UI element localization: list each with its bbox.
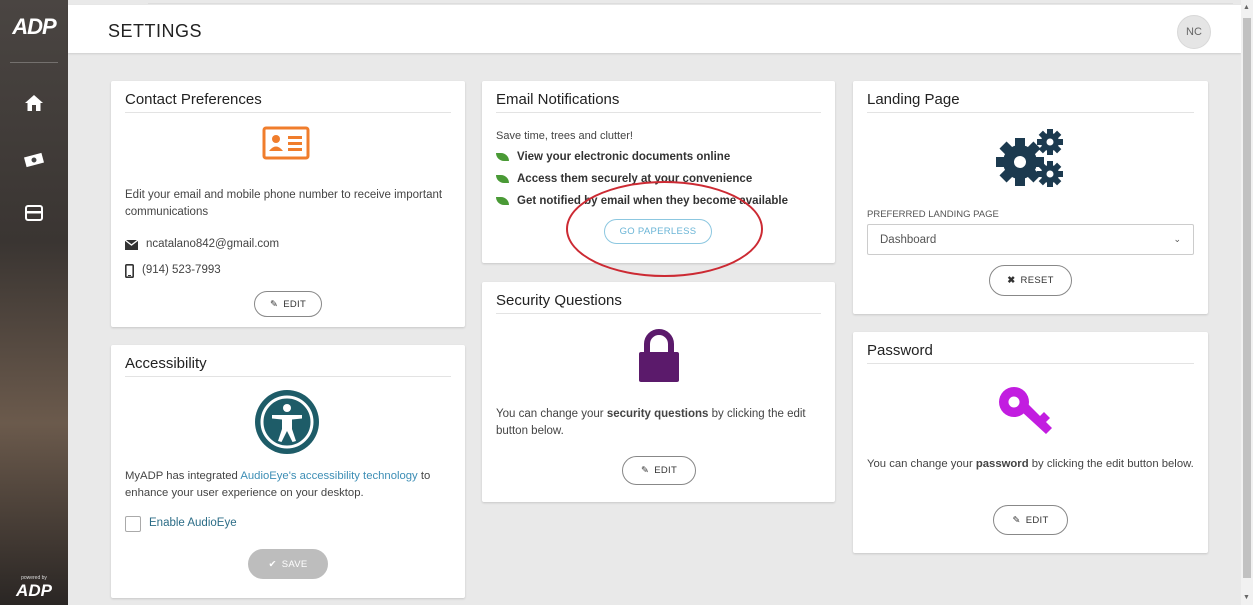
lock-icon xyxy=(637,328,681,389)
security-questions-card: Security Questions You can change your s… xyxy=(482,282,835,502)
audioeye-link[interactable]: AudioEye's accessibility technology xyxy=(240,470,417,482)
text: You can change your xyxy=(496,408,607,420)
pencil-icon: ✎ xyxy=(269,298,279,310)
card-icon[interactable] xyxy=(0,205,68,221)
card-title: Security Questions xyxy=(496,292,622,309)
security-edit-button[interactable]: ✎ EDIT xyxy=(622,456,696,485)
go-paperless-button[interactable]: GO PAPERLESS xyxy=(604,219,712,244)
mobile-phone-icon xyxy=(125,263,134,278)
phone-value: (914) 523-7993 xyxy=(142,264,221,276)
card-title: Password xyxy=(867,342,933,359)
scrollbar[interactable]: ▲ ▼ xyxy=(1241,0,1253,605)
divider xyxy=(496,313,821,314)
divider xyxy=(496,112,821,113)
password-description: You can change your password by clicking… xyxy=(867,456,1202,473)
pencil-icon: ✎ xyxy=(640,465,650,476)
contact-preferences-card: Contact Preferences Edit your email and … xyxy=(111,81,465,327)
edit-label: EDIT xyxy=(1025,514,1049,526)
reset-label: RESET xyxy=(1020,275,1054,286)
card-title: Contact Preferences xyxy=(125,91,262,108)
list-item: Access them securely at your convenience xyxy=(496,168,788,190)
adp-logo[interactable]: ADP xyxy=(0,14,68,40)
edit-label: EDIT xyxy=(283,298,307,310)
leaf-icon xyxy=(496,175,509,183)
email-row: ncatalano842@gmail.com xyxy=(125,236,279,253)
page-header: SETTINGS NC xyxy=(68,5,1241,53)
bullet-text: View your electronic documents online xyxy=(517,151,731,163)
list-item: Get notified by email when they become a… xyxy=(496,190,788,212)
edit-label: EDIT xyxy=(654,465,678,476)
text: security questions xyxy=(606,408,709,420)
contact-card-icon xyxy=(262,126,310,165)
scroll-down-icon[interactable]: ▼ xyxy=(1243,594,1250,601)
accessibility-icon xyxy=(254,389,320,460)
divider xyxy=(867,112,1194,113)
reset-button[interactable]: ✖ RESET xyxy=(989,265,1072,296)
page-title: SETTINGS xyxy=(108,21,203,41)
divider xyxy=(125,112,451,113)
pencil-icon: ✎ xyxy=(1012,514,1021,526)
benefits-list: View your electronic documents online Ac… xyxy=(496,146,788,212)
bullet-text: Get notified by email when they become a… xyxy=(517,195,788,207)
selected-value: Dashboard xyxy=(880,233,937,246)
gears-icon xyxy=(996,124,1068,197)
close-icon: ✖ xyxy=(1007,275,1016,286)
chevron-down-icon: ⌄ xyxy=(1173,234,1181,244)
top-strip xyxy=(148,0,1233,4)
card-title: Landing Page xyxy=(867,91,960,108)
leaf-icon xyxy=(496,153,509,161)
adp-footer-logo: ADP xyxy=(16,581,52,600)
sidebar-nav: ADP powered by ADP xyxy=(0,0,68,605)
key-icon xyxy=(996,384,1058,445)
leaf-icon xyxy=(496,197,509,205)
contact-edit-button[interactable]: ✎ EDIT xyxy=(254,291,322,317)
scroll-up-icon[interactable]: ▲ xyxy=(1243,4,1250,11)
sidebar-divider xyxy=(10,62,58,63)
accessibility-card: Accessibility MyADP has integrated Audio… xyxy=(111,345,465,598)
landing-page-card: Landing Page PREFERRED LANDING PAGE Dash… xyxy=(853,81,1208,314)
bullet-text: Access them securely at your convenience xyxy=(517,173,753,185)
envelope-icon xyxy=(125,239,138,250)
divider xyxy=(125,376,451,377)
landing-page-select[interactable]: Dashboard ⌄ xyxy=(867,224,1194,255)
save-button[interactable]: ✔ SAVE xyxy=(248,549,328,579)
list-item: View your electronic documents online xyxy=(496,146,788,168)
audioeye-checkbox[interactable] xyxy=(125,515,141,532)
checkbox-label[interactable]: Enable AudioEye xyxy=(149,515,237,532)
email-value: ncatalano842@gmail.com xyxy=(146,238,280,250)
contact-description: Edit your email and mobile phone number … xyxy=(125,189,443,218)
checkmark-icon: ✔ xyxy=(268,558,277,570)
accessibility-description: MyADP has integrated AudioEye's accessib… xyxy=(125,468,465,502)
scrollbar-thumb[interactable] xyxy=(1243,18,1251,578)
save-label: SAVE xyxy=(281,558,308,570)
audioeye-checkbox-row[interactable]: Enable AudioEye xyxy=(125,515,237,532)
preferred-landing-label: PREFERRED LANDING PAGE xyxy=(867,209,999,220)
home-icon[interactable] xyxy=(0,94,68,112)
email-notifications-card: Email Notifications Save time, trees and… xyxy=(482,81,835,277)
pay-icon[interactable] xyxy=(0,152,68,168)
text: password xyxy=(975,458,1029,470)
security-description: You can change your security questions b… xyxy=(496,406,826,440)
text: You can change your xyxy=(867,458,976,470)
intro-text: Save time, trees and clutter! xyxy=(496,130,633,142)
password-edit-button[interactable]: ✎ EDIT xyxy=(993,505,1068,535)
text: MyADP has integrated xyxy=(125,470,241,482)
phone-row: (914) 523-7993 xyxy=(125,262,221,279)
card-title: Accessibility xyxy=(125,355,207,372)
avatar[interactable]: NC xyxy=(1177,15,1211,49)
password-card: Password You can change your password by… xyxy=(853,332,1208,553)
text: by clicking the edit button below. xyxy=(1028,458,1194,470)
card-title: Email Notifications xyxy=(496,91,620,108)
divider xyxy=(867,363,1194,364)
